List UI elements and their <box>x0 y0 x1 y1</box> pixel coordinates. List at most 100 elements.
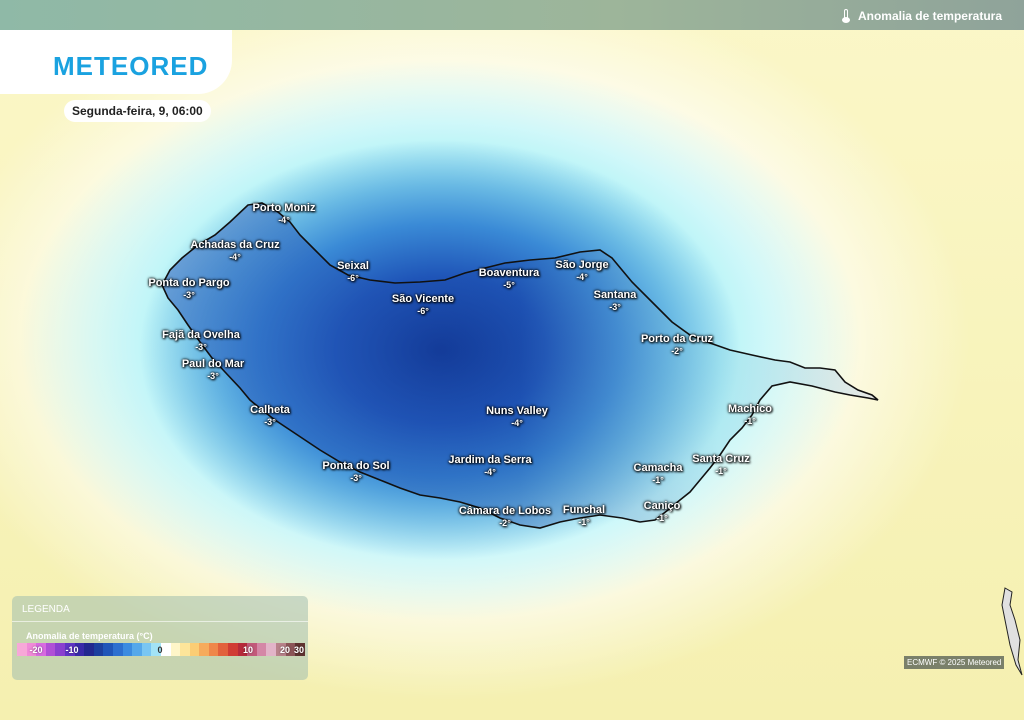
legend-swatch <box>218 643 229 656</box>
legend-swatch <box>93 643 104 656</box>
place-temperature: -3° <box>195 342 207 352</box>
place-temperature: -4° <box>229 252 241 262</box>
place-temperature: -1° <box>652 475 664 485</box>
place-temperature: -1° <box>744 416 756 426</box>
place-name: Ponta do Pargo <box>148 277 230 289</box>
legend-swatch <box>55 643 65 656</box>
place-label[interactable]: São Vicente -6° <box>392 293 454 316</box>
place-name: Calheta <box>250 404 290 416</box>
layer-title[interactable]: Anomalia de temperatura <box>841 9 1002 23</box>
place-label[interactable]: Calheta -3° <box>250 404 290 427</box>
legend-swatch <box>266 643 277 656</box>
place-temperature: -3° <box>350 473 362 483</box>
place-temperature: -1° <box>578 517 590 527</box>
place-label[interactable]: Achadas da Cruz -4° <box>190 239 279 262</box>
place-name: Boaventura <box>478 267 540 279</box>
place-label[interactable]: Camacha -1° <box>634 462 683 485</box>
place-name: Câmara de Lobos <box>458 505 552 517</box>
place-temperature: -3° <box>609 302 621 312</box>
place-name: Ponta do Sol <box>322 460 390 472</box>
place-label[interactable]: Porto Moniz -4° <box>253 202 316 225</box>
legend-swatch <box>84 643 94 656</box>
place-name: Fajã da Ovelha <box>162 329 240 341</box>
place-temperature: -6° <box>417 306 429 316</box>
place-name: Santana <box>593 289 637 301</box>
legend-swatch <box>256 643 267 656</box>
legend-swatch <box>141 643 152 656</box>
place-label[interactable]: Funchal -1° <box>563 504 605 527</box>
place-name: Machico <box>727 403 773 415</box>
legend-tick-10: 10 <box>242 645 254 655</box>
place-temperature: -4° <box>278 215 290 225</box>
place-name: São Vicente <box>391 293 455 305</box>
legend-swatch <box>208 643 219 656</box>
place-name: Santa Cruz <box>692 453 750 465</box>
legend-tick-minus-20: -20 <box>29 645 43 655</box>
place-label[interactable]: Porto da Cruz -2° <box>641 333 713 356</box>
legend-divider <box>12 621 308 622</box>
legend-tick-30: 30 <box>293 645 305 655</box>
place-name: Nuns Valley <box>486 405 548 417</box>
legend-swatch <box>112 643 123 656</box>
legend-swatch <box>228 643 238 656</box>
place-label[interactable]: Jardim da Serra -4° <box>448 454 531 477</box>
place-temperature: -5° <box>503 280 515 290</box>
place-temperature: -3° <box>207 371 219 381</box>
legend-swatch <box>189 643 200 656</box>
place-temperature: -6° <box>347 273 359 283</box>
place-name: Achadas da Cruz <box>190 239 280 251</box>
place-label[interactable]: Ponta do Pargo -3° <box>148 277 229 300</box>
place-name: Seixal <box>337 260 369 272</box>
legend-swatch <box>45 643 56 656</box>
legend-tick-20: 20 <box>279 645 291 655</box>
thermometer-icon <box>841 9 850 23</box>
data-credit: ECMWF © 2025 Meteored <box>904 656 1005 669</box>
place-name: São Jorge <box>555 259 609 271</box>
layer-title-label: Anomalia de temperatura <box>857 9 1002 23</box>
legend-swatch <box>132 643 142 656</box>
top-bar: Anomalia de temperatura <box>0 0 1024 30</box>
place-name: Jardim da Serra <box>448 454 532 466</box>
legend-swatch <box>180 643 190 656</box>
place-label[interactable]: Caniço -1° <box>644 500 681 523</box>
place-temperature: -3° <box>264 417 276 427</box>
place-label[interactable]: Santana -3° <box>594 289 637 312</box>
place-temperature: -3° <box>183 290 195 300</box>
place-label[interactable]: Fajã da Ovelha -3° <box>162 329 240 352</box>
place-label[interactable]: Ponta do Sol -3° <box>322 460 389 483</box>
legend-swatch <box>170 643 181 656</box>
place-temperature: -1° <box>715 466 727 476</box>
legend-panel: LEGENDA Anomalia de temperatura (°C) -20… <box>12 596 308 680</box>
place-label[interactable]: Boaventura -5° <box>479 267 540 290</box>
legend-swatch <box>103 643 113 656</box>
place-temperature: -4° <box>484 467 496 477</box>
place-label[interactable]: Machico -1° <box>728 403 772 426</box>
place-name: Camacha <box>633 462 683 474</box>
place-label[interactable]: São Jorge -4° <box>555 259 608 282</box>
place-label[interactable]: Câmara de Lobos -2° <box>459 505 551 528</box>
place-name: Funchal <box>562 504 606 516</box>
place-temperature: -4° <box>511 418 523 428</box>
place-temperature: -2° <box>671 346 683 356</box>
meteored-logo[interactable]: METEORED <box>53 51 208 82</box>
place-label[interactable]: Santa Cruz -1° <box>692 453 749 476</box>
logo-card: METEORED <box>0 30 232 94</box>
legend-tick-minus-10: -10 <box>65 645 79 655</box>
islet-east <box>1001 587 1023 676</box>
place-name: Caniço <box>643 500 681 512</box>
legend-swatch <box>122 643 133 656</box>
place-label[interactable]: Nuns Valley -4° <box>486 405 548 428</box>
legend-title[interactable]: LEGENDA <box>22 604 70 615</box>
place-name: Paul do Mar <box>181 358 245 370</box>
place-name: Porto da Cruz <box>640 333 714 345</box>
place-label[interactable]: Seixal -6° <box>337 260 369 283</box>
place-temperature: -1° <box>656 513 668 523</box>
place-temperature: -2° <box>499 518 511 528</box>
place-label[interactable]: Paul do Mar -3° <box>182 358 244 381</box>
legend-tick-0: 0 <box>157 645 163 655</box>
forecast-datetime: Segunda-feira, 9, 06:00 <box>64 100 211 122</box>
legend-swatch <box>199 643 209 656</box>
place-name: Porto Moniz <box>252 202 316 214</box>
legend-swatch <box>17 643 27 656</box>
legend-subtitle: Anomalia de temperatura (°C) <box>26 631 153 641</box>
